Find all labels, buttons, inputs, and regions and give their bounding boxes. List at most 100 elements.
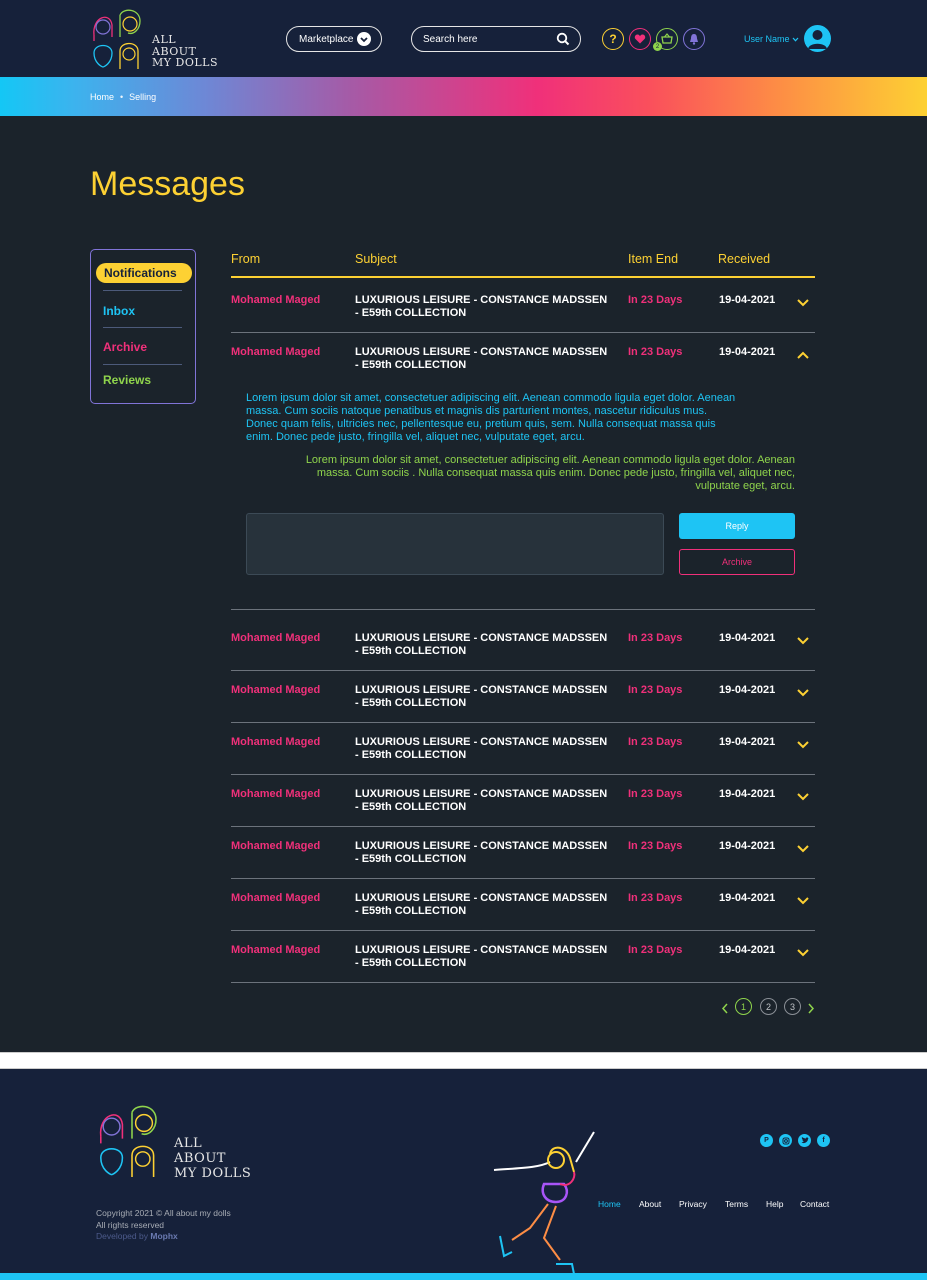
item-end: In 23 Days <box>628 346 683 358</box>
message-subject: LUXURIOUS LEISURE - CONSTANCE MADSSEN - … <box>355 944 608 969</box>
received-date: 19-04-2021 <box>719 684 776 696</box>
chevron-right-icon[interactable] <box>807 1001 815 1019</box>
message-row[interactable]: Mohamed Maged LUXURIOUS LEISURE - CONSTA… <box>231 827 815 879</box>
chevron-down-icon[interactable] <box>796 789 810 807</box>
page-title: Messages <box>90 165 245 203</box>
site-header: ALL ABOUT MY DOLLS Marketplace ? 2 User … <box>0 0 927 77</box>
chevron-down-icon[interactable] <box>796 893 810 911</box>
heart-icon[interactable] <box>629 28 651 50</box>
sender-name: Mohamed Maged <box>231 892 321 904</box>
instagram-icon[interactable] <box>779 1134 792 1147</box>
footer-nav-terms[interactable]: Terms <box>725 1199 748 1209</box>
column-header-subject[interactable]: Subject <box>355 252 397 266</box>
page-button-2[interactable]: 2 <box>760 998 777 1015</box>
sent-message: Lorem ipsum dolor sit amet, consectetuer… <box>305 454 795 492</box>
column-header-received[interactable]: Received <box>718 252 770 266</box>
sender-name: Mohamed Maged <box>231 788 321 800</box>
message-subject: LUXURIOUS LEISURE - CONSTANCE MADSSEN - … <box>355 788 608 813</box>
sender-name: Mohamed Maged <box>231 632 321 644</box>
received-date: 19-04-2021 <box>719 944 776 956</box>
chevron-down-icon[interactable] <box>796 841 810 859</box>
sidebar-item-inbox[interactable]: Inbox <box>103 304 135 318</box>
item-end: In 23 Days <box>628 632 683 644</box>
message-row[interactable]: Mohamed Maged LUXURIOUS LEISURE - CONSTA… <box>231 281 815 333</box>
footer-nav-about[interactable]: About <box>639 1199 661 1209</box>
breadcrumb-home[interactable]: Home <box>90 92 114 102</box>
footer-accent-stripe <box>0 1273 927 1280</box>
message-row[interactable]: Mohamed Maged LUXURIOUS LEISURE - CONSTA… <box>231 671 815 723</box>
developer-link[interactable]: Mophx <box>150 1231 177 1241</box>
breadcrumb-bar: Home • Selling <box>0 77 927 116</box>
logo-line: ALL <box>174 1136 203 1151</box>
reply-button[interactable]: Reply <box>679 513 795 539</box>
page-button-3[interactable]: 3 <box>784 998 801 1015</box>
breadcrumb: Home • Selling <box>90 92 156 102</box>
chevron-down-icon[interactable] <box>796 945 810 963</box>
message-subject: LUXURIOUS LEISURE - CONSTANCE MADSSEN - … <box>355 840 608 865</box>
divider <box>231 609 815 610</box>
header-divider <box>231 276 815 278</box>
site-logo[interactable]: ALL ABOUT MY DOLLS <box>90 7 220 71</box>
chevron-down-icon[interactable] <box>796 737 810 755</box>
cart-count-badge: 2 <box>653 42 662 51</box>
user-icon <box>808 30 827 49</box>
footer-nav-contact[interactable]: Contact <box>800 1199 829 1209</box>
search-icon[interactable] <box>556 32 570 49</box>
footer-nav-privacy[interactable]: Privacy <box>679 1199 707 1209</box>
message-row[interactable]: Mohamed Maged LUXURIOUS LEISURE - CONSTA… <box>231 723 815 775</box>
column-header-from[interactable]: From <box>231 252 260 266</box>
copyright: Copyright 2021 © All about my dolls All … <box>96 1207 231 1231</box>
messages-sidebar: Notifications Inbox Archive Reviews <box>90 249 196 404</box>
sidebar-item-reviews[interactable]: Reviews <box>103 373 151 387</box>
dolls-logo-icon <box>100 1105 157 1177</box>
bell-icon[interactable] <box>683 28 705 50</box>
item-end: In 23 Days <box>628 840 683 852</box>
facebook-icon[interactable]: f <box>817 1134 830 1147</box>
item-end: In 23 Days <box>628 892 683 904</box>
page-button-1[interactable]: 1 <box>735 998 752 1015</box>
sidebar-item-notifications[interactable]: Notifications <box>96 263 192 283</box>
received-date: 19-04-2021 <box>719 736 776 748</box>
rights-text: All rights reserved <box>96 1220 165 1230</box>
breadcrumb-current[interactable]: Selling <box>129 92 156 102</box>
user-menu[interactable]: User Name <box>744 34 799 44</box>
message-row[interactable]: Mohamed Maged LUXURIOUS LEISURE - CONSTA… <box>231 879 815 931</box>
chevron-down-icon[interactable] <box>796 295 810 313</box>
sender-name: Mohamed Maged <box>231 346 321 358</box>
message-subject: LUXURIOUS LEISURE - CONSTANCE MADSSEN - … <box>355 632 608 657</box>
column-header-item-end[interactable]: Item End <box>628 252 678 266</box>
archive-button[interactable]: Archive <box>679 549 795 575</box>
marketplace-dropdown[interactable]: Marketplace <box>286 26 382 52</box>
pinterest-icon[interactable]: P <box>760 1134 773 1147</box>
divider <box>103 327 182 328</box>
skater-illustration <box>493 1131 595 1275</box>
sidebar-item-archive[interactable]: Archive <box>103 340 147 354</box>
message-subject: LUXURIOUS LEISURE - CONSTANCE MADSSEN - … <box>355 892 608 917</box>
message-row[interactable]: Mohamed Maged LUXURIOUS LEISURE - CONSTA… <box>231 775 815 827</box>
search-bar <box>411 26 581 52</box>
sender-name: Mohamed Maged <box>231 736 321 748</box>
logo-line: ALL <box>152 33 177 46</box>
chevron-down-icon <box>792 34 799 44</box>
message-row-expanded[interactable]: Mohamed Maged LUXURIOUS LEISURE - CONSTA… <box>231 333 815 385</box>
search-input[interactable] <box>423 33 543 45</box>
item-end: In 23 Days <box>628 294 683 306</box>
footer-logo[interactable]: ALL ABOUT MY DOLLS <box>96 1101 256 1181</box>
message-row[interactable]: Mohamed Maged LUXURIOUS LEISURE - CONSTA… <box>231 619 815 671</box>
footer-nav-help[interactable]: Help <box>766 1199 783 1209</box>
chevron-down-icon <box>357 32 371 46</box>
message-row[interactable]: Mohamed Maged LUXURIOUS LEISURE - CONSTA… <box>231 931 815 983</box>
avatar[interactable] <box>804 25 831 52</box>
marketplace-label: Marketplace <box>299 33 354 45</box>
message-subject: LUXURIOUS LEISURE - CONSTANCE MADSSEN - … <box>355 294 608 319</box>
received-date: 19-04-2021 <box>719 892 776 904</box>
reply-textarea[interactable] <box>246 513 664 575</box>
item-end: In 23 Days <box>628 684 683 696</box>
chevron-down-icon[interactable] <box>796 685 810 703</box>
chevron-down-icon[interactable] <box>796 633 810 651</box>
user-name-label: User Name <box>744 34 790 44</box>
chevron-up-icon[interactable] <box>796 347 810 365</box>
chevron-left-icon[interactable] <box>721 1001 729 1019</box>
help-icon[interactable]: ? <box>602 28 624 50</box>
twitter-icon[interactable] <box>798 1134 811 1147</box>
